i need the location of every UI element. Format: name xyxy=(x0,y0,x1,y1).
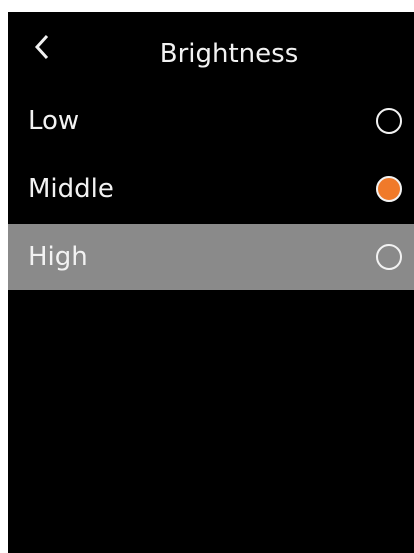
option-high[interactable]: High xyxy=(8,224,414,290)
header: Brightness xyxy=(8,12,414,92)
option-middle[interactable]: Middle xyxy=(8,156,414,222)
radio-button[interactable] xyxy=(376,244,402,270)
brightness-screen: Brightness Low Middle High xyxy=(8,12,414,553)
radio-button[interactable] xyxy=(376,108,402,134)
option-label: Middle xyxy=(28,174,114,204)
option-label: Low xyxy=(28,106,80,136)
option-low[interactable]: Low xyxy=(8,88,414,154)
page-title: Brightness xyxy=(159,39,299,69)
radio-button[interactable] xyxy=(376,176,402,202)
option-label: High xyxy=(28,242,88,272)
brightness-option-list: Low Middle High xyxy=(8,88,414,292)
